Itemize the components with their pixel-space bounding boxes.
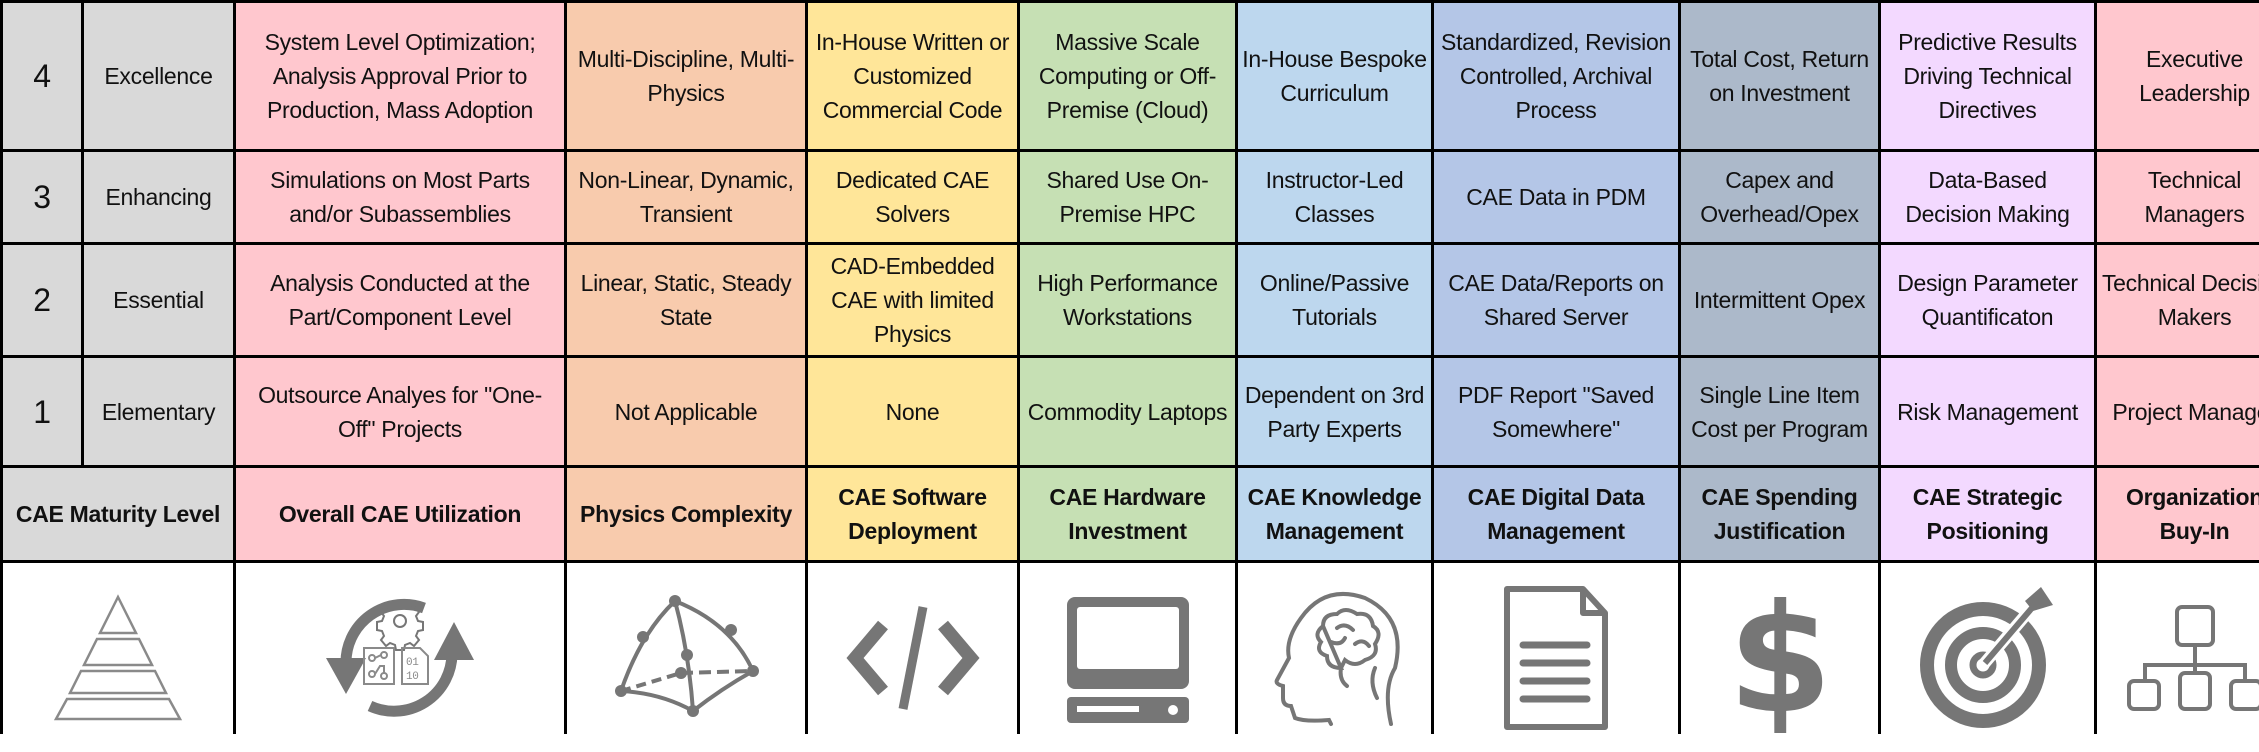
matrix-cell: Data-Based Decision Making bbox=[1881, 152, 2094, 242]
level-name: Enhancing bbox=[84, 152, 233, 242]
cae-maturity-matrix: 4 Excellence System Level Optimization; … bbox=[0, 0, 2259, 734]
level-number: 1 bbox=[3, 358, 81, 465]
matrix-cell: Instructor-Led Classes bbox=[1238, 152, 1431, 242]
matrix-cell: Massive Scale Computing or Off-Premise (… bbox=[1020, 3, 1235, 149]
knowledge-icon-cell bbox=[1238, 563, 1431, 752]
category-header: CAE Spending Justification bbox=[1681, 468, 1878, 560]
level-name: Essential bbox=[84, 245, 233, 355]
category-header: CAE Digital Data Management bbox=[1434, 468, 1678, 560]
org-chart-icon bbox=[2125, 603, 2259, 713]
matrix-cell: Predictive Results Driving Technical Dir… bbox=[1881, 3, 2094, 149]
svg-text:$: $ bbox=[1730, 583, 1830, 733]
spending-icon-cell: $ bbox=[1681, 563, 1878, 752]
matrix-cell: Risk Management bbox=[1881, 358, 2094, 465]
matrix-cell: Executive Leadership bbox=[2097, 3, 2259, 149]
document-icon bbox=[1501, 583, 1611, 733]
category-header: Physics Complexity bbox=[567, 468, 805, 560]
matrix-cell: Commodity Laptops bbox=[1020, 358, 1235, 465]
strategic-icon-cell bbox=[1881, 563, 2094, 752]
category-header: Organization Buy-In bbox=[2097, 468, 2259, 560]
matrix-cell: Dedicated CAE Solvers bbox=[808, 152, 1017, 242]
target-icon bbox=[1913, 583, 2063, 733]
level-name: Excellence bbox=[84, 3, 233, 149]
matrix-cell: Non-Linear, Dynamic, Transient bbox=[567, 152, 805, 242]
matrix-cell: CAE Data in PDM bbox=[1434, 152, 1678, 242]
maturity-level-header: CAE Maturity Level bbox=[3, 468, 233, 560]
matrix-cell: Capex and Overhead/Opex bbox=[1681, 152, 1878, 242]
matrix-cell: Multi-Discipline, Multi-Physics bbox=[567, 3, 805, 149]
matrix-cell: Project Manager bbox=[2097, 358, 2259, 465]
software-icon-cell bbox=[808, 563, 1017, 752]
buy-in-icon-cell bbox=[2097, 563, 2259, 752]
level-number: 2 bbox=[3, 245, 81, 355]
binary-digits: 10 bbox=[406, 671, 419, 683]
brain-head-icon bbox=[1265, 588, 1405, 728]
hardware-icon-cell bbox=[1020, 563, 1235, 752]
matrix-cell: Single Line Item Cost per Program bbox=[1681, 358, 1878, 465]
matrix-cell: System Level Optimization; Analysis Appr… bbox=[236, 3, 564, 149]
matrix-cell: High Performance Workstations bbox=[1020, 245, 1235, 355]
level-number: 3 bbox=[3, 152, 81, 242]
matrix-cell: None bbox=[808, 358, 1017, 465]
matrix-cell: Analysis Conducted at the Part/Component… bbox=[236, 245, 564, 355]
matrix-cell: Not Applicable bbox=[567, 358, 805, 465]
matrix-cell: Technical Managers bbox=[2097, 152, 2259, 242]
matrix-cell: Outsource Analyes for "One-Off" Projects bbox=[236, 358, 564, 465]
matrix-cell: Online/Passive Tutorials bbox=[1238, 245, 1431, 355]
category-header: Overall CAE Utilization bbox=[236, 468, 564, 560]
category-header: CAE Strategic Positioning bbox=[1881, 468, 2094, 560]
category-header: CAE Knowledge Management bbox=[1238, 468, 1431, 560]
matrix-cell: Simulations on Most Parts and/or Subasse… bbox=[236, 152, 564, 242]
level-name: Elementary bbox=[84, 358, 233, 465]
matrix-cell: In-House Written or Customized Commercia… bbox=[808, 3, 1017, 149]
level-number: 4 bbox=[3, 3, 81, 149]
binary-digits: 01 bbox=[406, 657, 419, 669]
matrix-cell: PDF Report "Saved Somewhere" bbox=[1434, 358, 1678, 465]
matrix-cell: CAD-Embedded CAE with limited Physics bbox=[808, 245, 1017, 355]
computer-icon bbox=[1063, 593, 1193, 723]
dollar-icon: $ bbox=[1730, 583, 1830, 733]
category-header: CAE Software Deployment bbox=[808, 468, 1017, 560]
matrix-cell: CAE Data/Reports on Shared Server bbox=[1434, 245, 1678, 355]
matrix-cell: Technical Decision Makers bbox=[2097, 245, 2259, 355]
matrix-cell: In-House Bespoke Curriculum bbox=[1238, 3, 1431, 149]
matrix-cell: Shared Use On-Premise HPC bbox=[1020, 152, 1235, 242]
circuit-board-icon bbox=[364, 648, 394, 684]
matrix-cell: Design Parameter Quantificaton bbox=[1881, 245, 2094, 355]
data-management-icon-cell bbox=[1434, 563, 1678, 752]
utilization-icon-cell: 01 10 bbox=[236, 563, 564, 752]
physics-icon-cell bbox=[567, 563, 805, 752]
matrix-cell: Total Cost, Return on Investment bbox=[1681, 3, 1878, 149]
pyramid-icon bbox=[48, 593, 188, 723]
matrix-cell: Dependent on 3rd Party Experts bbox=[1238, 358, 1431, 465]
maturity-icon-cell bbox=[3, 563, 233, 752]
code-icon bbox=[843, 603, 983, 713]
matrix-cell: Standardized, Revision Controlled, Archi… bbox=[1434, 3, 1678, 149]
cycle-gear-circuit-binary-icon: 01 10 bbox=[320, 588, 480, 728]
mesh-element-icon bbox=[601, 593, 771, 723]
matrix-cell: Linear, Static, Steady State bbox=[567, 245, 805, 355]
matrix-cell: Intermittent Opex bbox=[1681, 245, 1878, 355]
category-header: CAE Hardware Investment bbox=[1020, 468, 1235, 560]
